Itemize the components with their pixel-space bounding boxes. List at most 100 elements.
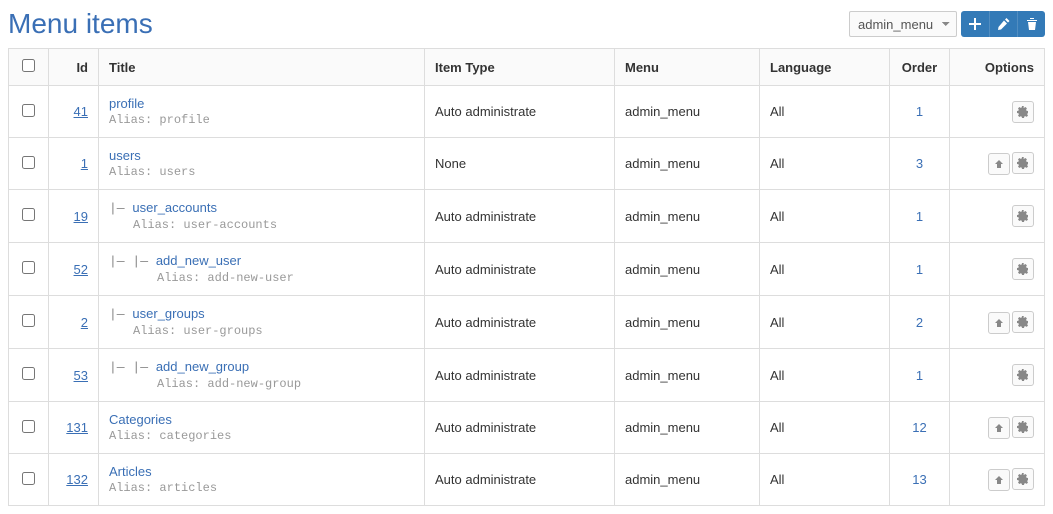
row-language: All (760, 402, 890, 454)
gear-icon (1017, 473, 1029, 485)
row-id-link[interactable]: 53 (59, 368, 88, 383)
table-row: 2|— user_groupsAlias: user-groupsAuto ad… (9, 296, 1045, 349)
row-title-link[interactable]: users (109, 148, 141, 163)
row-alias: Alias: user-accounts (109, 218, 414, 232)
column-header-language: Language (760, 49, 890, 86)
row-language: All (760, 190, 890, 243)
settings-button[interactable] (1012, 258, 1034, 280)
gear-icon (1017, 421, 1029, 433)
table-row: 132 Articles Alias: articles Auto administr… (9, 454, 1045, 506)
row-id-link[interactable]: 2 (59, 315, 88, 330)
row-title-link[interactable]: profile (109, 96, 144, 111)
row-menu: admin_menu (615, 296, 760, 349)
row-alias: Alias: users (109, 165, 414, 179)
row-item-type: Auto administrate (425, 243, 615, 296)
settings-button[interactable] (1012, 205, 1034, 227)
plus-icon (969, 18, 981, 30)
row-order: 3 (900, 156, 939, 171)
table-row: 41 profile Alias: profile Auto administrate… (9, 86, 1045, 138)
row-language: All (760, 349, 890, 402)
row-language: All (760, 86, 890, 138)
row-menu: admin_menu (615, 349, 760, 402)
row-alias: Alias: profile (109, 113, 414, 127)
tree-indent: |— |— (109, 360, 156, 375)
row-title-link[interactable]: Articles (109, 464, 152, 479)
row-checkbox[interactable] (22, 314, 35, 327)
row-id-link[interactable]: 41 (59, 104, 88, 119)
row-checkbox[interactable] (22, 420, 35, 433)
move-up-button[interactable] (988, 153, 1010, 175)
row-item-type: Auto administrate (425, 190, 615, 243)
header-controls: admin_menu (849, 11, 1045, 37)
pencil-icon (998, 18, 1010, 30)
row-title-link[interactable]: Categories (109, 412, 172, 427)
row-alias: Alias: add-new-user (109, 271, 414, 285)
tree-indent: |— |— (109, 254, 156, 269)
settings-button[interactable] (1012, 152, 1034, 174)
row-title-link[interactable]: user_groups (132, 306, 204, 321)
column-header-select (9, 49, 49, 86)
row-alias: Alias: articles (109, 481, 414, 495)
row-order: 13 (900, 472, 939, 487)
row-checkbox[interactable] (22, 261, 35, 274)
row-alias: Alias: add-new-group (109, 377, 414, 391)
row-language: All (760, 454, 890, 506)
table-row: 131 Categories Alias: categories Auto admin… (9, 402, 1045, 454)
row-id-link[interactable]: 131 (59, 420, 88, 435)
delete-button[interactable] (1017, 11, 1045, 37)
row-id-link[interactable]: 132 (59, 472, 88, 487)
settings-button[interactable] (1012, 416, 1034, 438)
row-order: 1 (900, 104, 939, 119)
row-language: All (760, 243, 890, 296)
row-order: 1 (900, 209, 939, 224)
table-row: 52 |— |— add_new_user Alias: add-new-user A… (9, 243, 1045, 296)
arrow-up-icon (994, 475, 1004, 485)
trash-icon (1026, 18, 1038, 30)
column-header-options: Options (950, 49, 1045, 86)
row-id-link[interactable]: 19 (59, 209, 88, 224)
settings-button[interactable] (1012, 364, 1034, 386)
row-item-type: Auto administrate (425, 296, 615, 349)
row-item-type: Auto administrate (425, 454, 615, 506)
row-menu: admin_menu (615, 402, 760, 454)
gear-icon (1017, 316, 1029, 328)
row-id-link[interactable]: 52 (59, 262, 88, 277)
row-checkbox[interactable] (22, 156, 35, 169)
row-checkbox[interactable] (22, 472, 35, 485)
move-up-button[interactable] (988, 312, 1010, 334)
settings-button[interactable] (1012, 101, 1034, 123)
row-order: 12 (900, 420, 939, 435)
row-menu: admin_menu (615, 454, 760, 506)
row-alias: Alias: user-groups (109, 324, 414, 338)
row-item-type: None (425, 138, 615, 190)
move-up-button[interactable] (988, 417, 1010, 439)
menu-select[interactable]: admin_menu (849, 11, 957, 37)
select-all-checkbox[interactable] (22, 59, 35, 72)
column-header-id: Id (49, 49, 99, 86)
edit-button[interactable] (989, 11, 1017, 37)
table-row: 1usersAlias: usersNoneadmin_menuAll3 (9, 138, 1045, 190)
page-title: Menu items (8, 8, 849, 40)
row-title-link[interactable]: add_new_user (156, 253, 241, 268)
row-menu: admin_menu (615, 190, 760, 243)
settings-button[interactable] (1012, 468, 1034, 490)
add-button[interactable] (961, 11, 989, 37)
row-checkbox[interactable] (22, 104, 35, 117)
row-alias: Alias: categories (109, 429, 414, 443)
row-title-link[interactable]: add_new_group (156, 359, 249, 374)
row-item-type: Auto administrate (425, 402, 615, 454)
row-checkbox[interactable] (22, 367, 35, 380)
tree-indent: |— (109, 201, 132, 216)
row-order: 1 (900, 262, 939, 277)
gear-icon (1017, 263, 1029, 275)
gear-icon (1017, 106, 1029, 118)
row-item-type: Auto administrate (425, 86, 615, 138)
move-up-button[interactable] (988, 469, 1010, 491)
settings-button[interactable] (1012, 311, 1034, 333)
row-checkbox[interactable] (22, 208, 35, 221)
row-id-link[interactable]: 1 (59, 156, 88, 171)
gear-icon (1017, 369, 1029, 381)
column-header-title: Title (99, 49, 425, 86)
row-language: All (760, 296, 890, 349)
row-title-link[interactable]: user_accounts (132, 200, 217, 215)
